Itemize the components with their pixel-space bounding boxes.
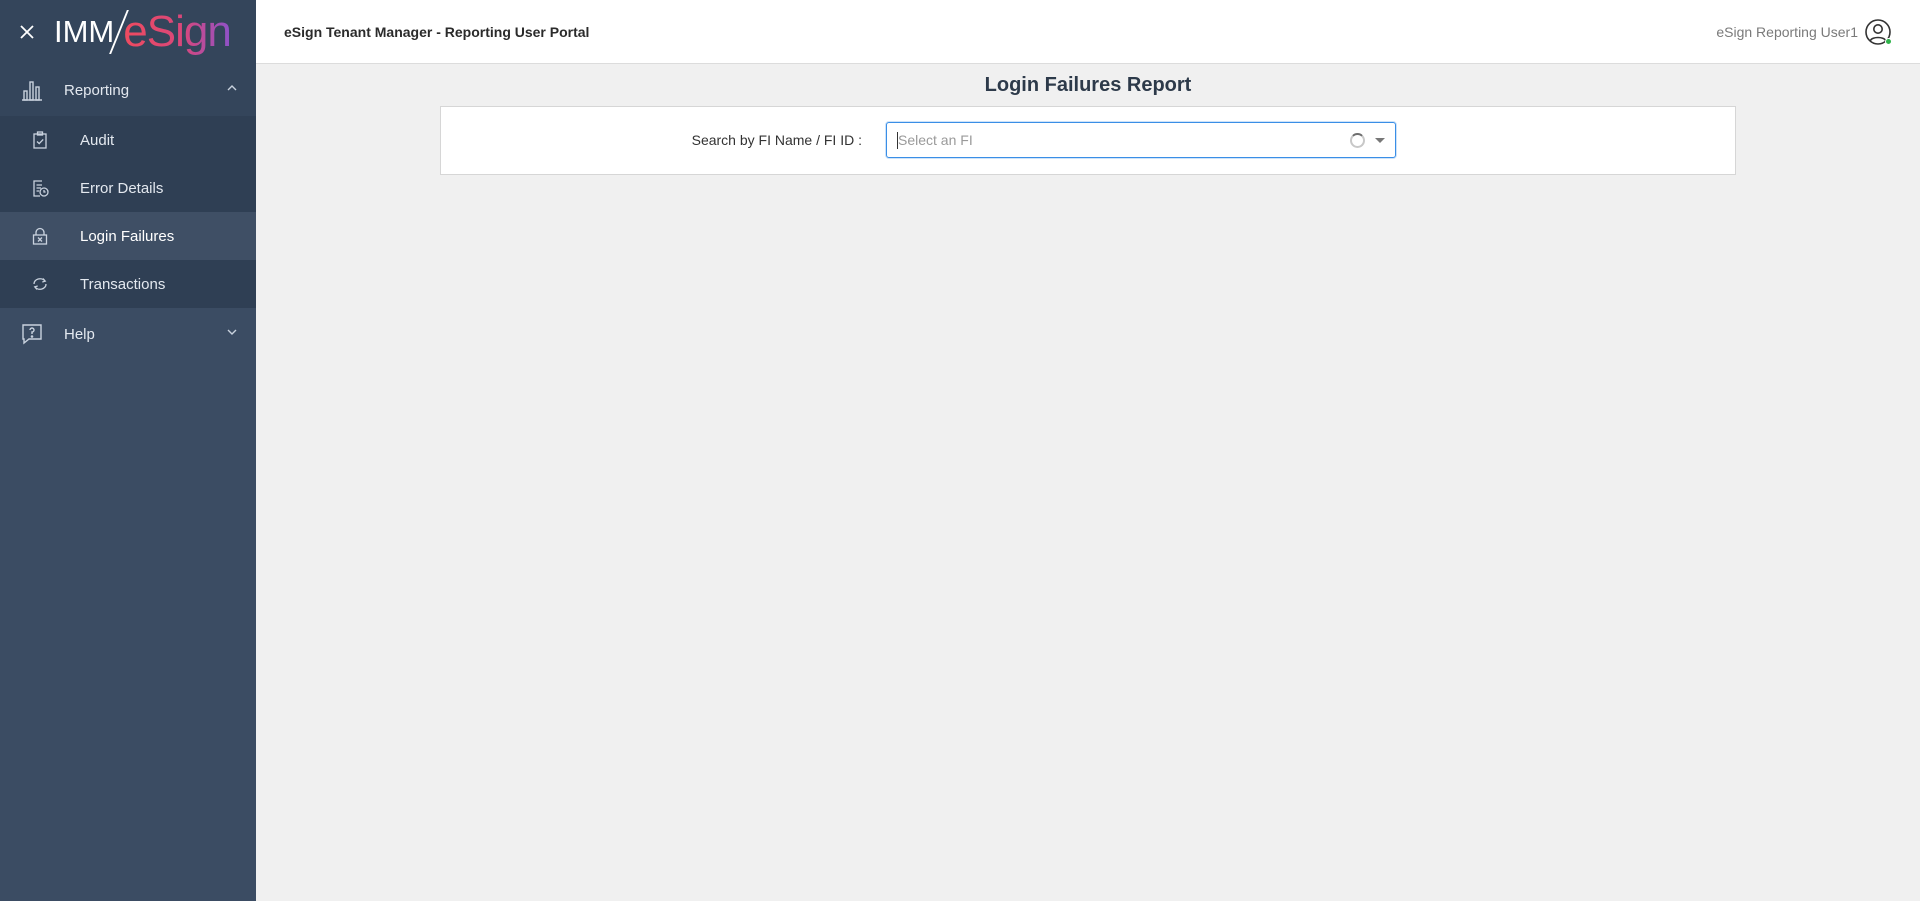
brand-bar: IMM eSign: [0, 0, 256, 64]
lock-x-icon: [0, 227, 80, 245]
clipboard-check-icon: [0, 131, 80, 149]
sidebar-item-transactions[interactable]: Transactions: [0, 260, 256, 308]
refresh-cycle-icon: [0, 275, 80, 293]
main-content: Login Failures Report Search by FI Name …: [256, 65, 1920, 901]
sidebar-item-audit[interactable]: Audit: [0, 116, 256, 164]
nav-section-label: Reporting: [64, 81, 130, 99]
logo-esign-text: eSign: [123, 7, 232, 56]
sidebar-item-label: Error Details: [80, 179, 164, 197]
fi-search-label: Search by FI Name / FI ID :: [691, 132, 862, 148]
top-header: eSign Tenant Manager - Reporting User Po…: [256, 0, 1920, 64]
sidebar: IMM eSign Reporting Audit Error Details …: [0, 0, 256, 901]
nav-section-label: Help: [64, 325, 95, 343]
page-title: Login Failures Report: [984, 74, 1192, 96]
user-menu[interactable]: eSign Reporting User1: [1716, 0, 1892, 64]
help-question-icon: [0, 322, 64, 346]
fi-select-placeholder: Select an FI: [898, 132, 973, 148]
reporting-submenu: Audit Error Details Login Failures Trans…: [0, 116, 256, 308]
chevron-down-icon: [227, 329, 237, 335]
report-clock-icon: [0, 179, 80, 197]
logo-imm-text: IMM: [54, 14, 115, 49]
close-sidebar-button[interactable]: [0, 0, 54, 64]
search-panel: Search by FI Name / FI ID : Select an FI: [440, 106, 1736, 175]
sidebar-item-label: Transactions: [80, 275, 166, 293]
sidebar-item-label: Login Failures: [80, 227, 175, 245]
chevron-up-icon: [227, 85, 237, 91]
fi-select-input[interactable]: Select an FI: [886, 122, 1396, 158]
sidebar-item-error-details[interactable]: Error Details: [0, 164, 256, 212]
bar-chart-icon: [0, 78, 64, 102]
nav-section-help[interactable]: Help: [0, 308, 256, 360]
close-icon: [20, 25, 34, 39]
portal-title: eSign Tenant Manager - Reporting User Po…: [284, 23, 590, 40]
dropdown-arrow-icon[interactable]: [1375, 138, 1385, 143]
nav-section-reporting[interactable]: Reporting: [0, 64, 256, 116]
loading-spinner-icon: [1350, 133, 1365, 148]
user-avatar-icon[interactable]: [1864, 18, 1892, 46]
user-name: eSign Reporting User1: [1716, 24, 1858, 40]
sidebar-item-label: Audit: [80, 131, 115, 149]
online-status-dot: [1885, 38, 1892, 45]
brand-logo[interactable]: IMM eSign: [54, 0, 232, 64]
sidebar-item-login-failures[interactable]: Login Failures: [0, 212, 256, 260]
